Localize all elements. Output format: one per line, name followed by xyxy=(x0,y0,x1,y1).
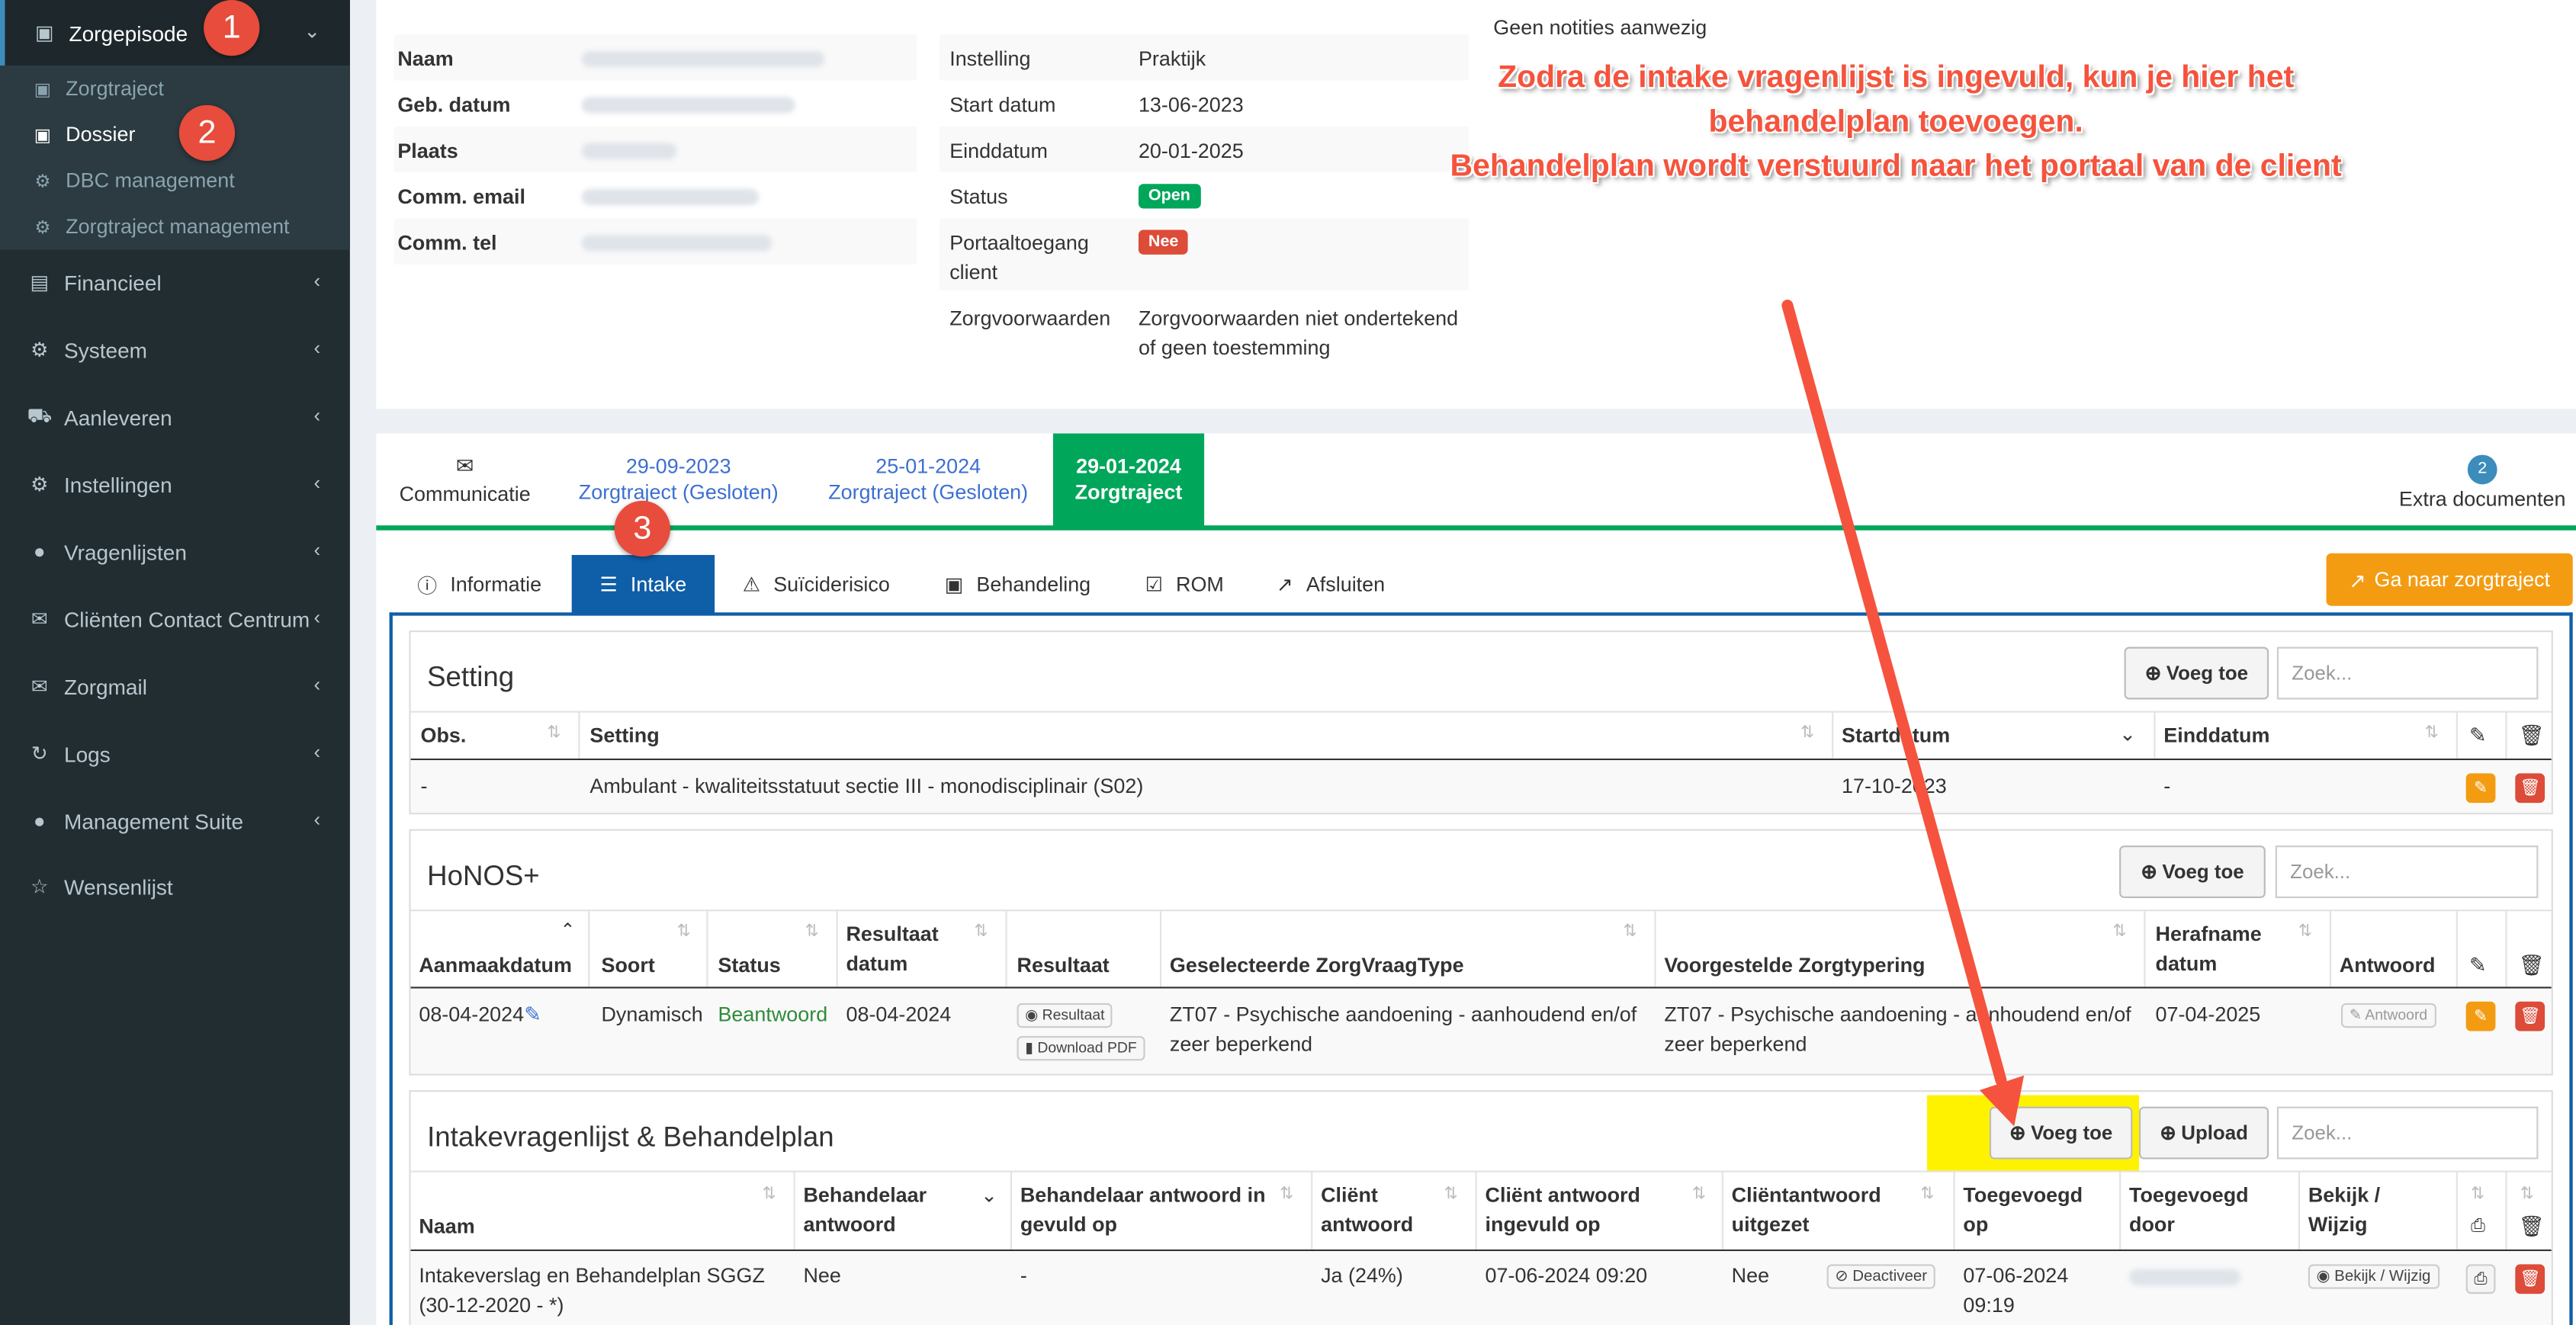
annotation-arrow xyxy=(1781,300,2025,1127)
